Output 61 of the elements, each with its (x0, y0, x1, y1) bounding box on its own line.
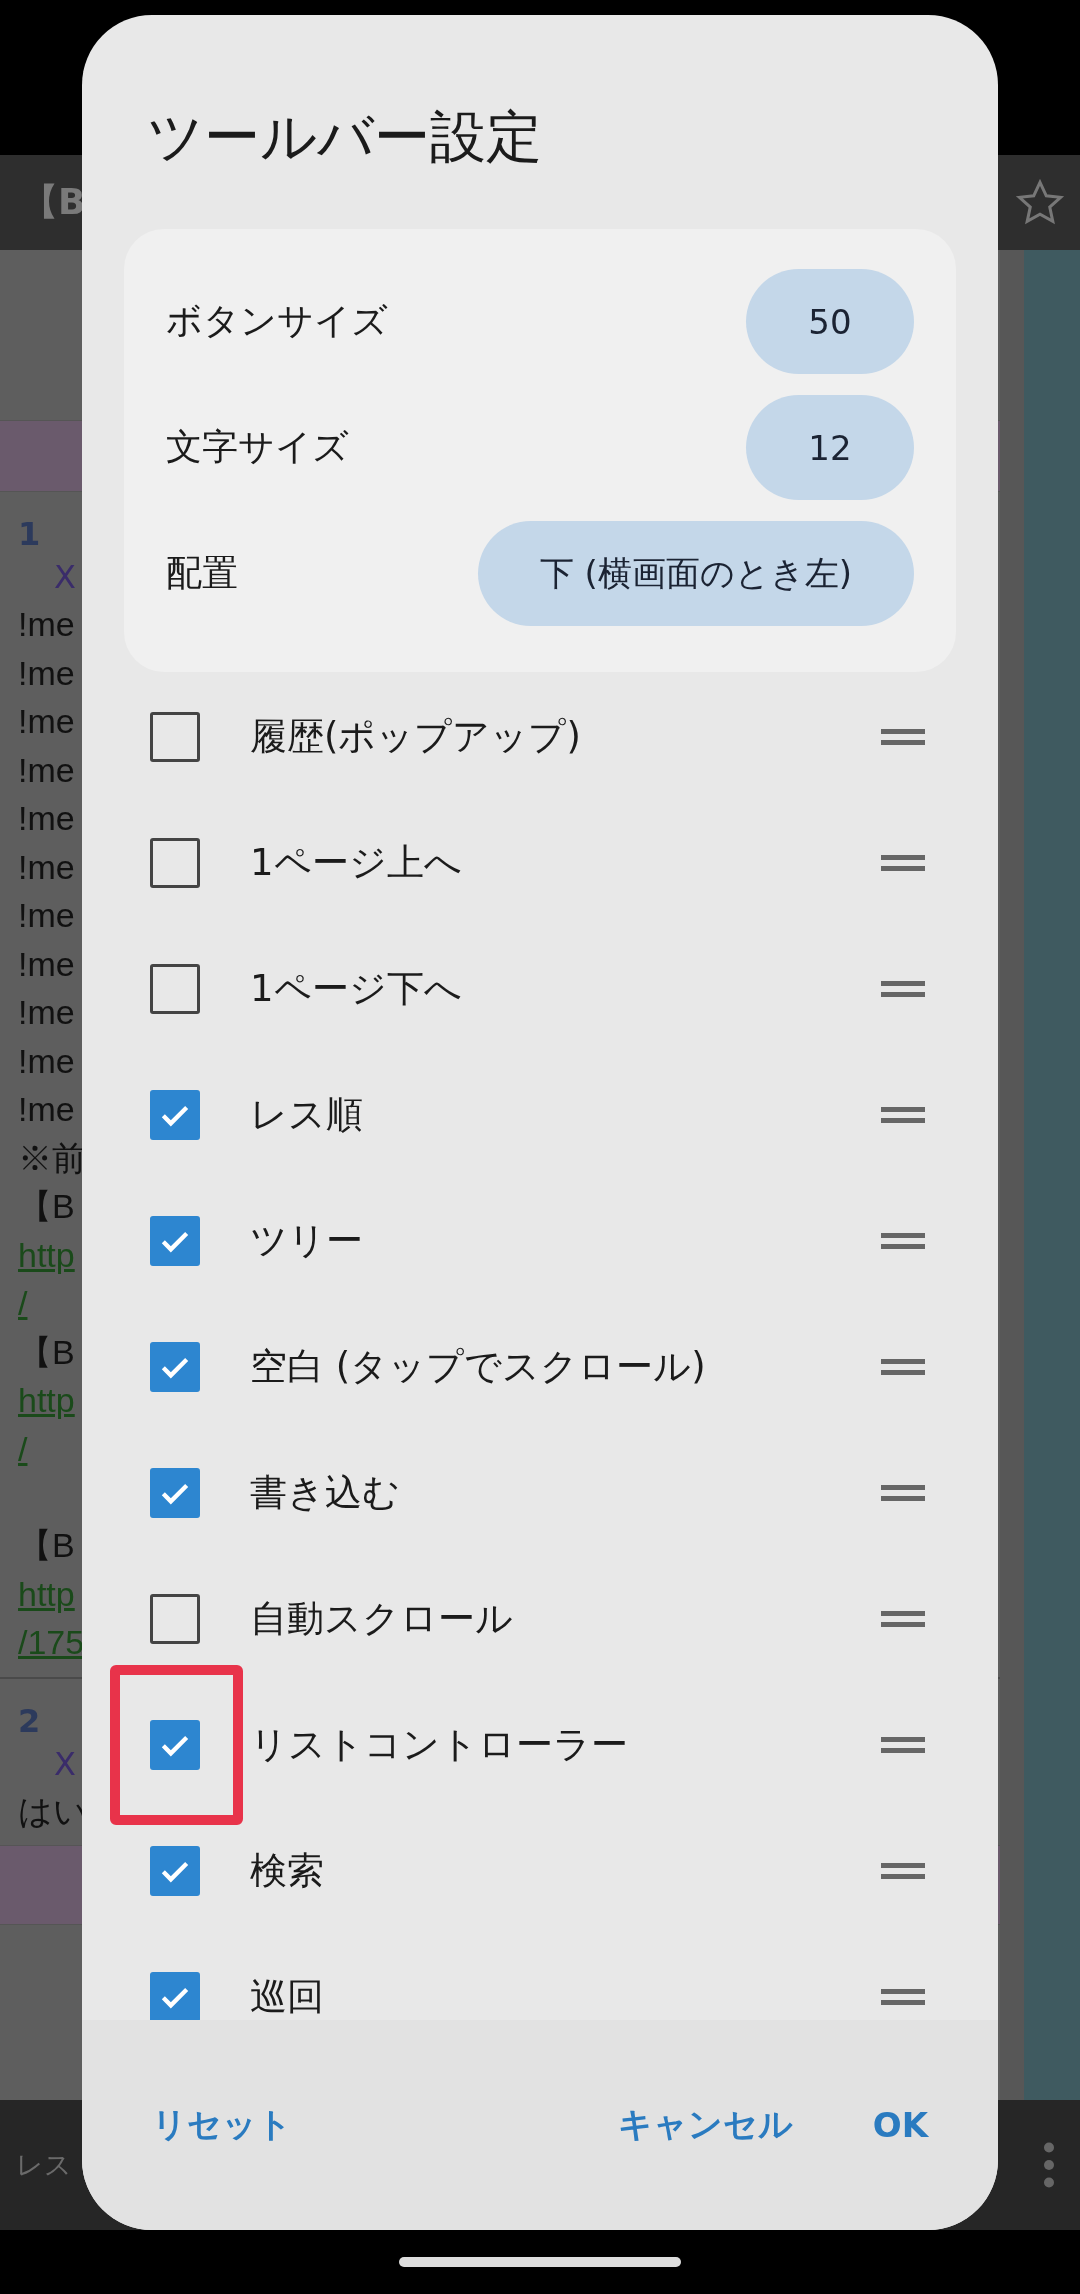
post-text: !me (18, 604, 75, 645)
checkbox[interactable] (150, 1342, 200, 1392)
toolbar-item-label: レス順 (250, 1092, 363, 1138)
setting-label: 文字サイズ (166, 425, 349, 469)
drag-handle-icon[interactable] (881, 855, 925, 871)
cancel-button[interactable]: キャンセル (587, 2082, 823, 2168)
post-text: !me (18, 943, 75, 985)
setting-value-button[interactable]: 12 (746, 395, 914, 500)
setting-label: 配置 (166, 551, 238, 595)
ok-button[interactable]: OK (842, 2085, 958, 2165)
checkbox[interactable] (150, 1972, 200, 2020)
reply-label: レス (16, 2148, 72, 2182)
checkbox[interactable] (150, 1846, 200, 1896)
setting-value-button[interactable]: 下 (横画面のとき左) (477, 521, 914, 626)
toolbar-item-label: 書き込む (250, 1470, 400, 1516)
post-text: !me (18, 1040, 75, 1082)
post-text: !me (18, 701, 75, 742)
post-text: ※前 (18, 1137, 86, 1179)
checkbox[interactable] (150, 1720, 200, 1770)
checkbox[interactable] (150, 1468, 200, 1518)
toolbar-item-label: 1ページ下へ (250, 966, 462, 1012)
more-icon[interactable] (1042, 2140, 1056, 2190)
toolbar-item-label: 検索 (250, 1848, 324, 1894)
setting-label: ボタンサイズ (166, 299, 388, 343)
post-text: !me (18, 846, 75, 888)
drag-handle-icon[interactable] (881, 1989, 925, 2005)
post-text: !me (18, 1089, 75, 1130)
reset-button[interactable]: リセット (122, 2082, 322, 2168)
toolbar-item-label: 自動スクロール (250, 1596, 513, 1642)
drag-handle-icon[interactable] (881, 981, 925, 997)
toolbar-item-label: 巡回 (250, 1974, 324, 2020)
toolbar-item-label: 空白 (タップでスクロール) (250, 1344, 706, 1390)
toolbar-item-label: 履歴(ポップアップ) (250, 714, 581, 760)
post-text: !me (18, 798, 75, 839)
setting-value-button[interactable]: 50 (746, 269, 914, 374)
toolbar-item-label: リストコントローラー (250, 1722, 628, 1768)
drag-handle-icon[interactable] (881, 1863, 925, 1879)
toolbar-item-label: ツリー (250, 1218, 363, 1264)
checkbox[interactable] (150, 838, 200, 888)
post-text: 【B (18, 1525, 75, 1566)
drag-handle-icon[interactable] (881, 1611, 925, 1627)
checkbox[interactable] (150, 964, 200, 1014)
post-text: 【B (18, 1186, 75, 1227)
post-text: !me (18, 749, 75, 791)
post-text: 【B (18, 1331, 75, 1373)
post-text: !me (18, 895, 75, 936)
drag-handle-icon[interactable] (881, 1107, 925, 1123)
dialog-title: ツールバー設定 (146, 103, 543, 167)
thread-title: 【B (22, 180, 86, 224)
toolbar-item-label: 1ページ上へ (250, 840, 462, 886)
checkbox[interactable] (150, 1594, 200, 1644)
checkbox[interactable] (150, 1216, 200, 1266)
checkbox[interactable] (150, 712, 200, 762)
checkbox[interactable] (150, 1090, 200, 1140)
drag-handle-icon[interactable] (881, 1485, 925, 1501)
drag-handle-icon[interactable] (881, 729, 925, 745)
post-text: !me (18, 992, 75, 1033)
post-text: !me (18, 652, 75, 694)
drag-handle-icon[interactable] (881, 1359, 925, 1375)
drag-handle-icon[interactable] (881, 1233, 925, 1249)
drag-handle-icon[interactable] (881, 1737, 925, 1753)
